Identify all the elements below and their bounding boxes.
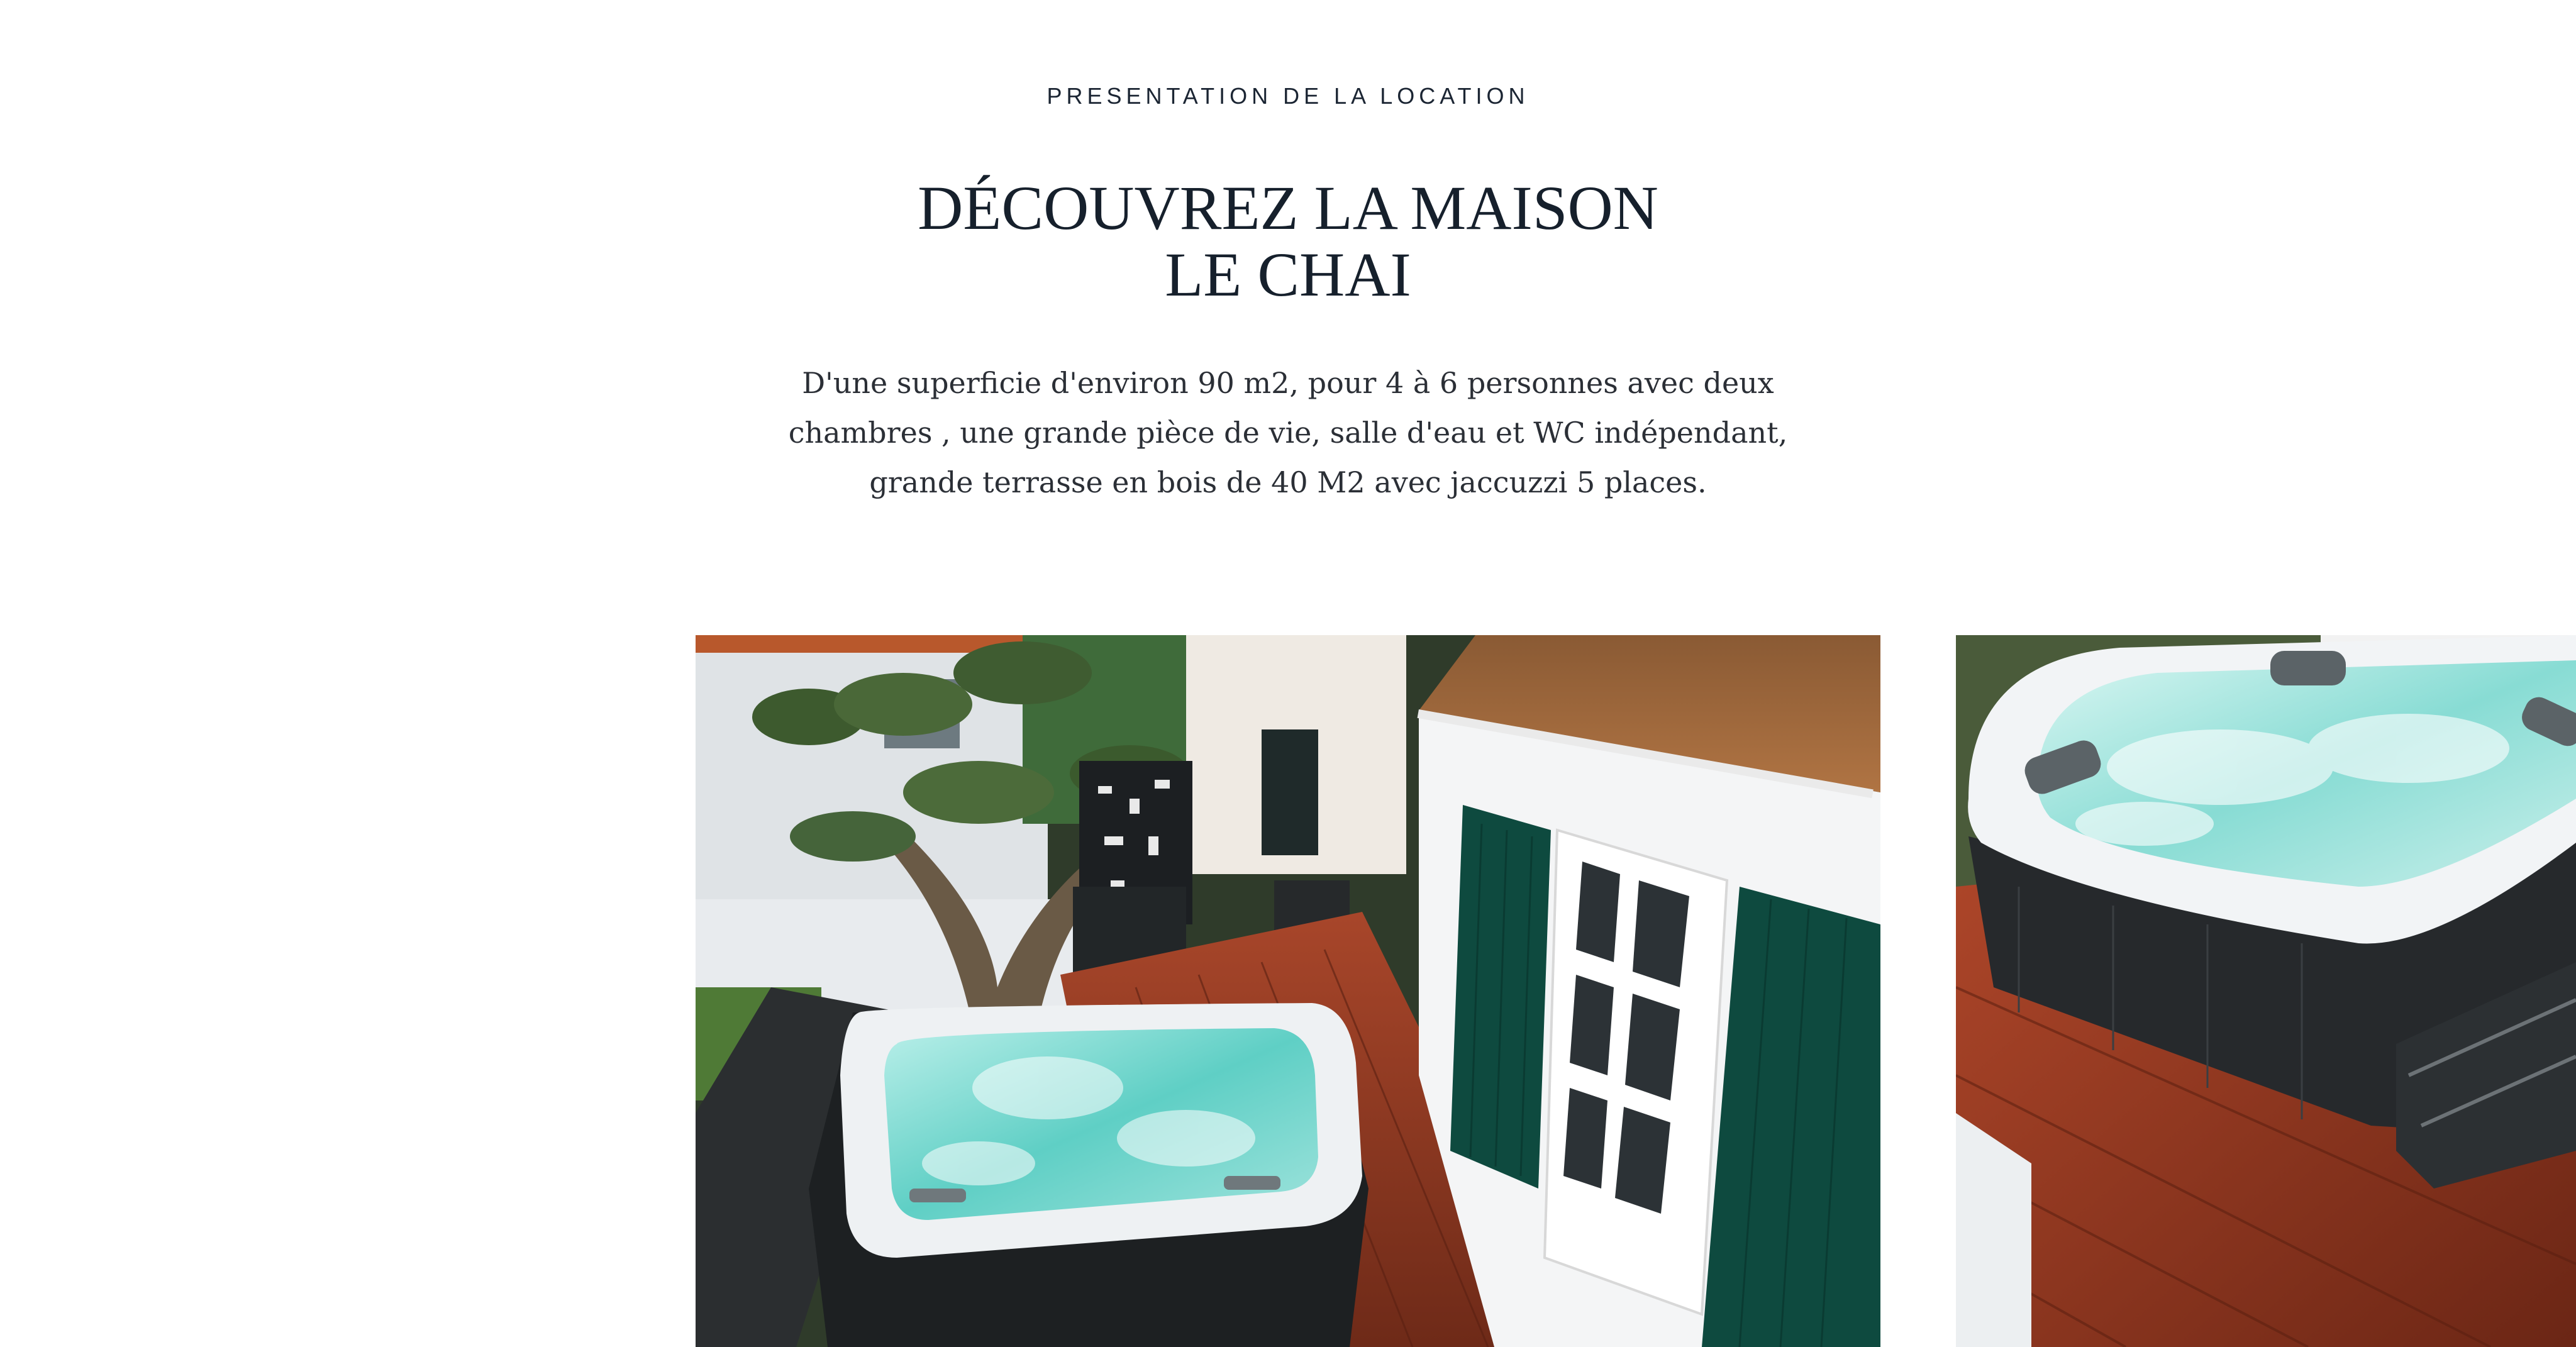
jacuzzi-photo-illustration (1956, 635, 2576, 1347)
gallery-photo-terrace[interactable] (696, 635, 1880, 1347)
gallery-photo-jacuzzi[interactable] (1956, 635, 2576, 1347)
page: PRESENTATION DE LA LOCATION DÉCOUVREZ LA… (0, 0, 2576, 1347)
property-description: D'une superficie d'environ 90 m2, pour 4… (788, 366, 1788, 499)
section-eyebrow: PRESENTATION DE LA LOCATION (1046, 83, 1530, 109)
page-title-line-1: DÉCOUVREZ LA MAISON (918, 173, 1658, 243)
page-title-line-2: LE CHAI (1165, 240, 1411, 309)
page-title: DÉCOUVREZ LA MAISON LE CHAI (0, 175, 2576, 308)
terrace-photo-illustration (696, 635, 1880, 1347)
